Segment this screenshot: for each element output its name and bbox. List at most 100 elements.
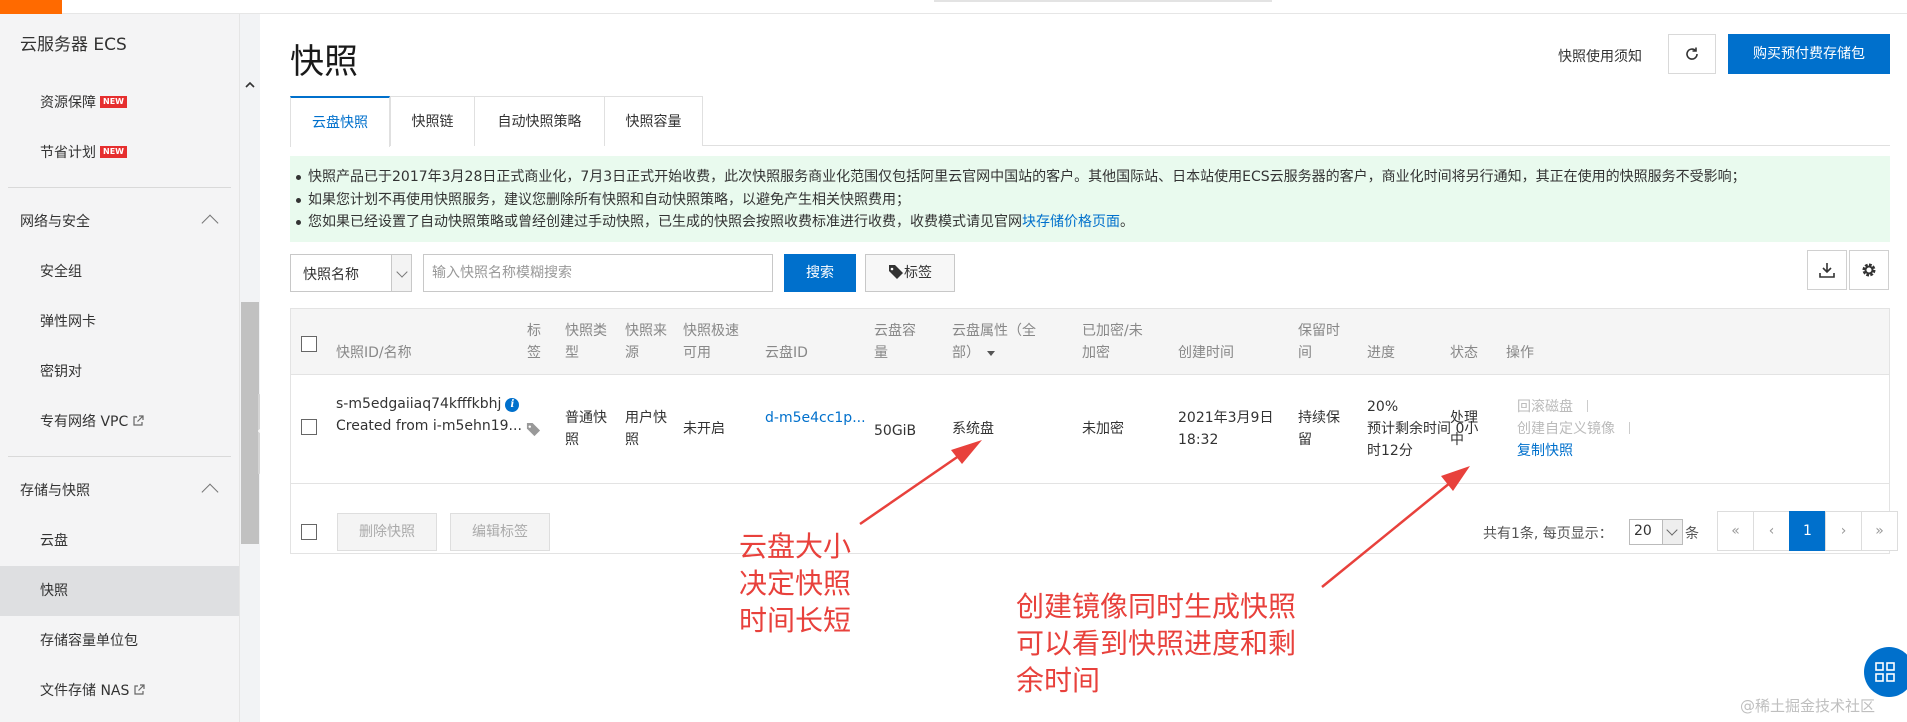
col-header-disk-attribute[interactable]: 云盘属性（全 部） xyxy=(952,320,1036,364)
tag-filter-button[interactable]: 标签 xyxy=(865,254,955,292)
page-1-button[interactable]: 1 xyxy=(1789,511,1826,551)
cell-line: 普通快 xyxy=(565,410,607,426)
sidebar-item-key-pair[interactable]: 密钥对 xyxy=(0,347,239,397)
sidebar-item-label: 文件存储 NAS xyxy=(40,683,130,699)
row-checkbox[interactable] xyxy=(301,419,317,435)
col-header-line: 快照类 xyxy=(565,323,607,339)
external-link-icon xyxy=(133,415,144,426)
col-header-line: 已加密/未 xyxy=(1082,323,1143,339)
sidebar-item-resource-guarantee[interactable]: 资源保障 NEW xyxy=(0,78,239,128)
create-custom-image-action[interactable]: 创建自定义镜像 xyxy=(1517,421,1615,437)
col-header-source: 快照来源 xyxy=(625,320,667,364)
next-page-button[interactable]: › xyxy=(1825,511,1862,551)
sidebar-item-savings-plan[interactable]: 节省计划 NEW xyxy=(0,128,239,178)
section-label: 存储与快照 xyxy=(20,483,90,499)
copy-snapshot-action[interactable]: 复制快照 xyxy=(1517,443,1573,459)
annotation-line: 余时间 xyxy=(1016,664,1101,697)
sidebar-item-eni[interactable]: 弹性网卡 xyxy=(0,297,239,347)
export-button[interactable] xyxy=(1807,250,1847,290)
col-header-created: 创建时间 xyxy=(1178,345,1234,361)
scroll-up-icon[interactable] xyxy=(244,79,256,91)
sidebar-item-security-group[interactable]: 安全组 xyxy=(0,247,239,297)
page-size-unit: 条 xyxy=(1685,526,1699,542)
select-all-checkbox[interactable] xyxy=(301,336,317,352)
annotation-line: 创建镜像同时生成快照 xyxy=(1016,590,1297,623)
sidebar-item-snapshot[interactable]: 快照 xyxy=(0,566,239,616)
watermark: @稀土掘金技术社区 xyxy=(1740,697,1876,715)
column-settings-button[interactable] xyxy=(1849,250,1889,290)
annotation-line: 可以看到快照进度和剩 xyxy=(1016,627,1297,660)
col-header-status: 状态 xyxy=(1450,345,1478,361)
section-label: 网络与安全 xyxy=(20,214,90,230)
sidebar-section-storage-snapshot[interactable]: 存储与快照 xyxy=(0,466,239,516)
snapshot-id[interactable]: s-m5edgaiiaq74kfffkbhj xyxy=(336,396,501,412)
col-header-progress: 进度 xyxy=(1367,345,1395,361)
footer-select-all-checkbox[interactable] xyxy=(301,524,317,540)
sidebar-divider xyxy=(8,456,231,457)
cell-line: 用户快 xyxy=(625,410,667,426)
prev-page-button[interactable]: ‹ xyxy=(1753,511,1790,551)
cell-line: 留 xyxy=(1298,432,1312,448)
sidebar-item-vpc[interactable]: 专有网络 VPC xyxy=(0,397,239,447)
col-header-actions: 操作 xyxy=(1506,345,1534,361)
edit-tags-button[interactable]: 编辑标签 xyxy=(450,513,550,551)
col-header-line: 部） xyxy=(952,345,980,361)
block-storage-price-link[interactable]: 块存储价格页面 xyxy=(1022,214,1120,230)
snapshot-notice-link[interactable]: 快照使用须知 xyxy=(1558,46,1642,66)
filter-dropdown-icon[interactable] xyxy=(986,348,996,358)
annotation-line: 决定快照 xyxy=(739,567,852,600)
grid-icon xyxy=(1875,662,1895,682)
page-size-value: 20 xyxy=(1634,523,1652,539)
buy-storage-package-button[interactable]: 购买预付费存储包 xyxy=(1728,34,1890,74)
search-field-select[interactable]: 快照名称 xyxy=(290,254,412,292)
sidebar-item-label: 资源保障 xyxy=(40,95,96,111)
sidebar-item-storage-capacity-unit[interactable]: 存储容量单位包 xyxy=(0,616,239,666)
sidebar-divider xyxy=(8,187,231,188)
search-input[interactable] xyxy=(423,254,773,292)
gear-icon xyxy=(1862,263,1876,277)
info-icon[interactable]: i xyxy=(505,398,520,412)
tab-auto-snapshot-policy[interactable]: 自动快照策略 xyxy=(474,96,605,146)
capacity-cell: 50GiB xyxy=(874,423,917,439)
console-logo[interactable] xyxy=(0,0,62,14)
sidebar-item-disk[interactable]: 云盘 xyxy=(0,516,239,566)
refresh-button[interactable] xyxy=(1668,34,1716,74)
disk-id-link[interactable]: d-m5e4cc1p... xyxy=(765,407,866,429)
search-button[interactable]: 搜索 xyxy=(784,254,856,292)
first-page-button[interactable]: « xyxy=(1717,511,1754,551)
chevron-down-icon xyxy=(391,255,411,291)
floating-menu-button[interactable] xyxy=(1864,647,1907,697)
cell-line: 18:32 xyxy=(1178,432,1219,448)
delete-snapshot-button[interactable]: 删除快照 xyxy=(337,513,437,551)
col-header-retention: 保留时间 xyxy=(1298,320,1340,364)
annotation-line: 时间长短 xyxy=(739,604,852,637)
annotation-progress: 创建镜像同时生成快照 可以看到快照进度和剩 余时间 xyxy=(1016,588,1296,699)
refresh-icon xyxy=(1686,47,1698,60)
sidebar: 云服务器 ECS 资源保障 NEW 节省计划 NEW 网络与安全 安全组 弹性网卡 … xyxy=(0,14,240,722)
new-badge: NEW xyxy=(100,146,127,158)
top-navigation-bar xyxy=(0,0,1907,14)
col-header-capacity: 云盘容量 xyxy=(874,320,916,364)
sidebar-scrollbar[interactable] xyxy=(241,302,259,544)
col-header-line: 可用 xyxy=(683,345,711,361)
tab-snapshot-capacity[interactable]: 快照容量 xyxy=(604,96,703,146)
page-size-select[interactable]: 20 xyxy=(1629,519,1683,545)
action-separator xyxy=(1587,400,1588,412)
col-header-type: 快照类型 xyxy=(565,320,607,364)
cell-line: 持续保 xyxy=(1298,410,1340,426)
cell-line: 照 xyxy=(625,432,639,448)
last-page-button[interactable]: » xyxy=(1861,511,1898,551)
col-header-fast-available: 快照极速 可用 xyxy=(683,320,739,364)
rollback-disk-action[interactable]: 回滚磁盘 xyxy=(1517,399,1573,415)
annotation-line: 云盘大小 xyxy=(739,530,852,563)
sidebar-section-network-security[interactable]: 网络与安全 xyxy=(0,197,239,247)
tag-icon[interactable] xyxy=(526,422,541,437)
notice-line: 快照产品已于2017年3月28日正式商业化，7月3日正式开始收费，此次快照服务商… xyxy=(290,166,1890,189)
snapshot-type-cell: 普通快照 xyxy=(565,407,607,451)
col-header-line: 量 xyxy=(874,345,888,361)
snapshot-table: 快照ID/名称 标签 快照类型 快照来源 快照极速 可用 云盘ID 云盘容量 云盘… xyxy=(290,308,1898,554)
sidebar-item-nas[interactable]: 文件存储 NAS xyxy=(0,666,239,716)
tab-disk-snapshot[interactable]: 云盘快照 xyxy=(290,96,390,147)
annotation-disk-size: 云盘大小 决定快照 时间长短 xyxy=(739,528,851,639)
tab-snapshot-chain[interactable]: 快照链 xyxy=(390,96,475,146)
